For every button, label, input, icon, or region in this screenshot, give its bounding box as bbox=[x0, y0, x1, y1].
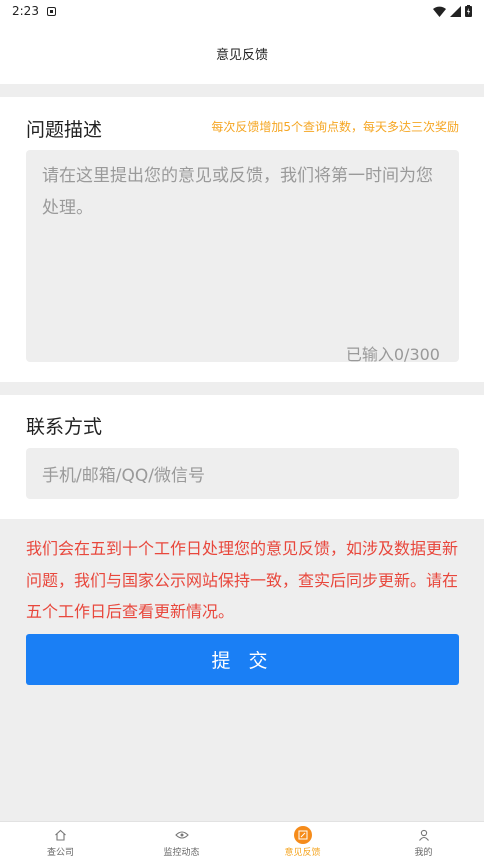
page-title: 意见反馈 bbox=[215, 47, 268, 63]
problem-section: 问题描述 每次反馈增加5个查询点数，每天多达三次奖励 请在这里提出您的意见或反馈… bbox=[0, 97, 484, 382]
status-time: 2:23 bbox=[12, 4, 39, 18]
user-icon bbox=[418, 829, 429, 841]
battery-icon bbox=[465, 5, 472, 17]
feedback-placeholder: 请在这里提出您的意见或反馈，我们将第一时间为您处理。 bbox=[42, 166, 433, 218]
reward-hint: 每次反馈增加5个查询点数，每天多达三次奖励 bbox=[211, 120, 459, 134]
bottom-tabbar: 查公司 监控动态 意见反馈 我的 bbox=[0, 821, 484, 862]
tab-mine[interactable]: 我的 bbox=[363, 822, 484, 862]
edit-icon bbox=[293, 825, 312, 844]
contact-section: 联系方式 手机/邮箱/QQ/微信号 bbox=[0, 395, 484, 519]
notice-text: 我们会在五到十个工作日处理您的意见反馈，如涉及数据更新问题，我们与国家公示网站保… bbox=[26, 539, 459, 621]
tab-monitor[interactable]: 监控动态 bbox=[121, 822, 242, 862]
tab-label: 查公司 bbox=[46, 847, 74, 858]
signal-icon bbox=[450, 5, 461, 17]
home-icon bbox=[55, 829, 66, 841]
contact-input[interactable]: 手机/邮箱/QQ/微信号 bbox=[26, 448, 459, 499]
feedback-textarea[interactable]: 请在这里提出您的意见或反馈，我们将第一时间为您处理。 bbox=[26, 150, 459, 362]
page-header: 意见反馈 bbox=[0, 22, 484, 84]
status-icons bbox=[433, 5, 472, 17]
tab-feedback[interactable]: 意见反馈 bbox=[242, 822, 363, 862]
wifi-icon bbox=[433, 6, 446, 17]
tab-company[interactable]: 查公司 bbox=[0, 822, 121, 862]
notification-icon bbox=[46, 6, 56, 16]
contact-title: 联系方式 bbox=[26, 416, 103, 438]
tab-label: 意见反馈 bbox=[284, 847, 321, 858]
char-counter: 已输入0/300 bbox=[345, 345, 440, 364]
tab-label: 我的 bbox=[414, 847, 433, 858]
contact-placeholder: 手机/邮箱/QQ/微信号 bbox=[42, 466, 205, 486]
status-bar: 2:23 bbox=[0, 0, 484, 22]
eye-icon bbox=[174, 830, 189, 839]
problem-title: 问题描述 bbox=[26, 119, 103, 141]
tab-label: 监控动态 bbox=[163, 847, 200, 858]
submit-label: 提 交 bbox=[211, 650, 274, 672]
submit-button[interactable]: 提 交 bbox=[26, 634, 459, 685]
